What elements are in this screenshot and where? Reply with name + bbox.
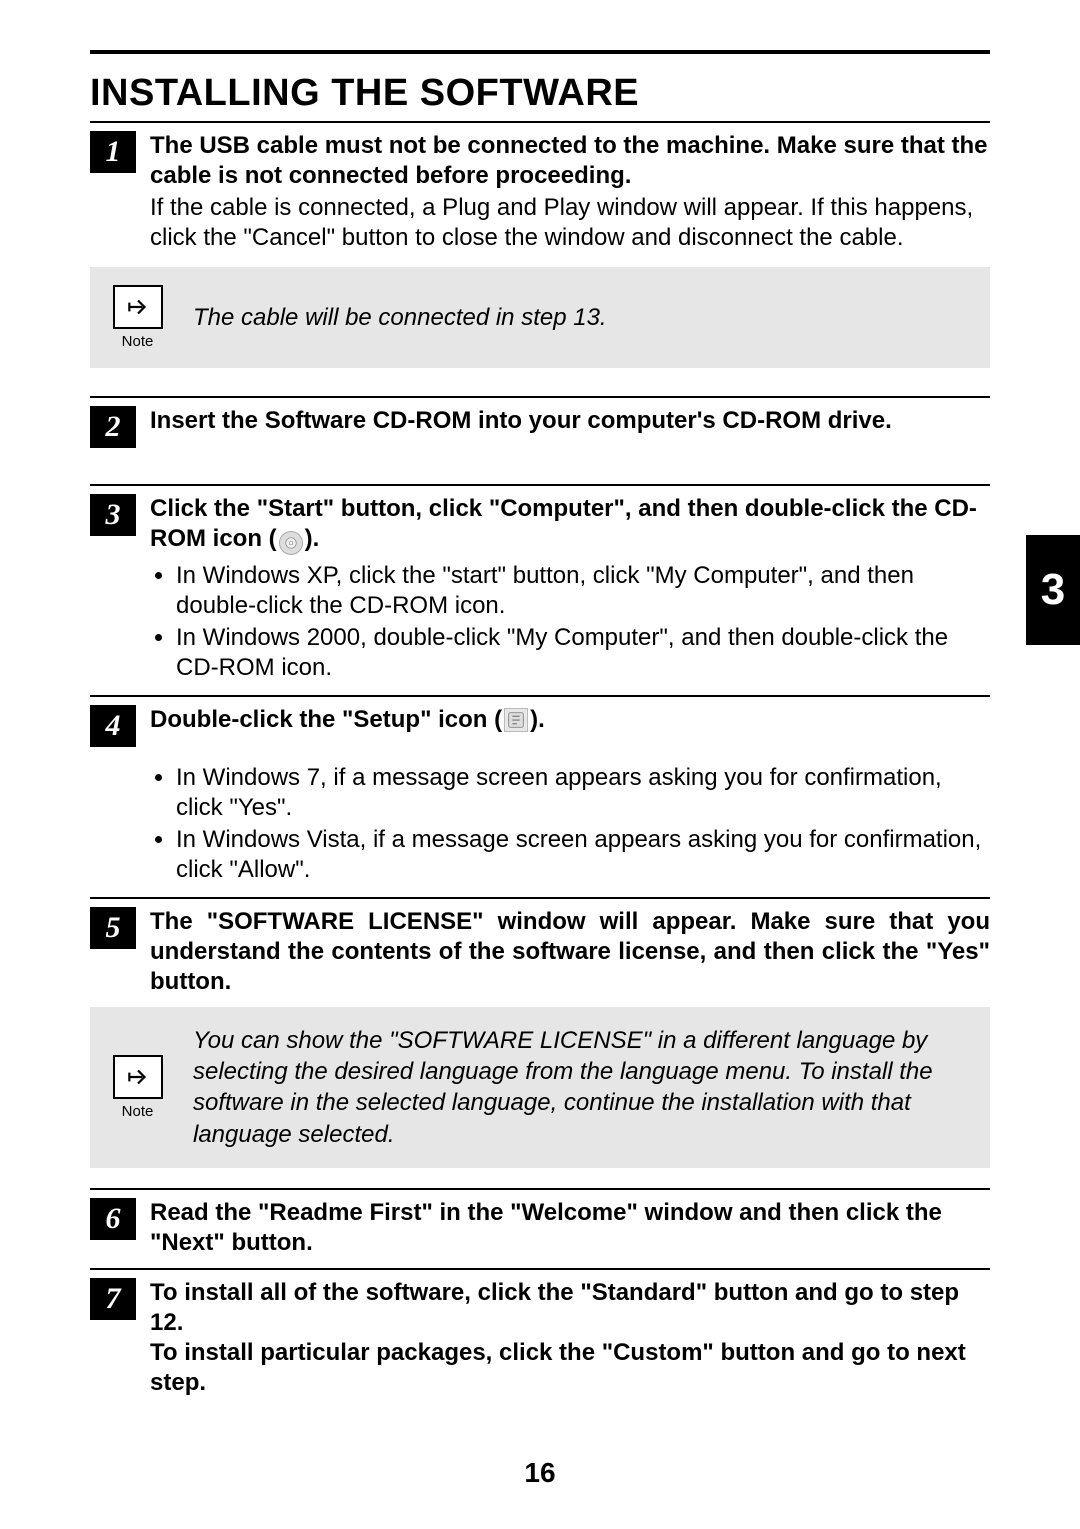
bullet-item: In Windows XP, click the "start" button,… (176, 561, 990, 621)
cd-rom-icon (279, 531, 303, 555)
step-heading: Click the "Start" button, click "Compute… (150, 494, 990, 555)
step-subtext: If the cable is connected, a Plug and Pl… (150, 193, 990, 253)
note-pointer-icon (113, 285, 163, 329)
step-number: 2 (90, 406, 136, 448)
step-heading-text-b: ). (305, 525, 320, 552)
step-heading: The USB cable must not be connected to t… (150, 131, 990, 191)
note-text: You can show the "SOFTWARE LICENSE" in a… (193, 1025, 970, 1150)
step-heading-text-b: ). (530, 706, 545, 733)
section-rule (90, 121, 990, 123)
step-3: 3 Click the "Start" button, click "Compu… (90, 494, 990, 685)
step-4: 4 Double-click the "Setup" icon (). In W… (90, 705, 990, 887)
setup-icon (504, 708, 528, 732)
step-number: 7 (90, 1278, 136, 1320)
chapter-tab: 3 (1026, 535, 1080, 645)
page-title: INSTALLING THE SOFTWARE (90, 72, 990, 115)
step-7: 7 To install all of the software, click … (90, 1278, 990, 1398)
step-number: 1 (90, 131, 136, 173)
step-5: 5 The "SOFTWARE LICENSE" window will app… (90, 907, 990, 997)
step-number: 5 (90, 907, 136, 949)
bullet-item: In Windows 2000, double-click "My Comput… (176, 623, 990, 683)
note-box: Note You can show the "SOFTWARE LICENSE"… (90, 1007, 990, 1168)
note-icon-wrap: Note (110, 1055, 165, 1120)
section-rule (90, 484, 990, 486)
note-label: Note (110, 333, 165, 350)
bullet-item: In Windows 7, if a message screen appear… (176, 763, 990, 823)
step-number: 3 (90, 494, 136, 536)
section-rule (90, 1268, 990, 1270)
step-6: 6 Read the "Readme First" in the "Welcom… (90, 1198, 990, 1258)
step-bullets: In Windows XP, click the "start" button,… (150, 561, 990, 683)
section-rule (90, 396, 990, 398)
step-heading: The "SOFTWARE LICENSE" window will appea… (150, 907, 990, 997)
step-heading-text-a: Double-click the "Setup" icon ( (150, 706, 502, 733)
note-box: Note The cable will be connected in step… (90, 267, 990, 368)
note-pointer-icon (113, 1055, 163, 1099)
bullet-item: In Windows Vista, if a message screen ap… (176, 825, 990, 885)
section-rule (90, 897, 990, 899)
note-text: The cable will be connected in step 13. (193, 302, 970, 333)
note-icon-wrap: Note (110, 285, 165, 350)
section-rule (90, 695, 990, 697)
step-number: 6 (90, 1198, 136, 1240)
page-number: 16 (0, 1457, 1080, 1489)
step-heading: Read the "Readme First" in the "Welcome"… (150, 1198, 990, 1258)
step-1: 1 The USB cable must not be connected to… (90, 131, 990, 253)
step-bullets: In Windows 7, if a message screen appear… (150, 763, 990, 885)
step-heading: Insert the Software CD-ROM into your com… (150, 406, 990, 436)
step-number: 4 (90, 705, 136, 747)
manual-page: INSTALLING THE SOFTWARE 1 The USB cable … (0, 0, 1080, 1529)
step-2: 2 Insert the Software CD-ROM into your c… (90, 406, 990, 448)
top-rule (90, 50, 990, 54)
step-heading: Double-click the "Setup" icon (). (150, 705, 990, 735)
step-heading: To install all of the software, click th… (150, 1278, 990, 1398)
section-rule (90, 1188, 990, 1190)
step-heading-text-a: Click the "Start" button, click "Compute… (150, 495, 977, 552)
note-label: Note (110, 1103, 165, 1120)
